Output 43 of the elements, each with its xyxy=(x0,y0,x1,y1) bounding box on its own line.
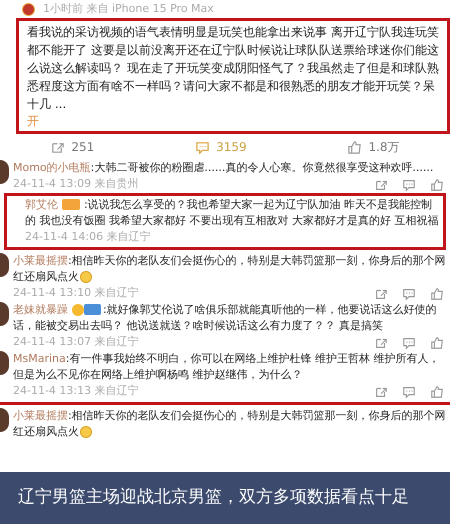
comment-text: 小莱最摇摆:相信昨天你的老队友们会挺伤心的，特别是大韩罚篮那一刻，你身后的那个网红还扇风点火 xyxy=(13,408,447,440)
comment-meta: 24-11-4 13:13 来自辽宁 xyxy=(13,383,139,400)
comment-text: 老妹就暴躁 :就好像郭艾伦说了啥俱乐部就能真听他的一样，他要说话这么好使的话，能被交易出去吗？ 他说送就送？啥时候说话这么有力度了？？ 真是搞笑 xyxy=(13,302,438,334)
verified-badge-icon xyxy=(22,2,35,16)
shares-count: 251 xyxy=(71,139,94,156)
post-meta: 1小时前 来自 iPhone 15 Pro Max xyxy=(43,0,214,17)
comment-icon[interactable] xyxy=(195,140,210,154)
fan-badge-icon xyxy=(84,304,101,316)
comment-text: 小莱最摇摆:相信昨天你的老队友们会挺伤心的，特别是大韩罚篮那一刻，你身后的那个网红还扇风点火 xyxy=(13,253,447,285)
avatar[interactable] xyxy=(0,160,9,184)
comment-icon[interactable] xyxy=(402,286,416,300)
comment-text: MsMarina:有一件事我始终不明白，你可以在网络上维护杜锋 维护王哲林 维护所有人，但是为么不见你在网络上维护啊杨鸣 维护赵继伟，为什么？ xyxy=(13,351,440,383)
comment-meta: 24-11-4 14:06 来自辽宁 xyxy=(25,229,151,246)
video-caption: 辽宁男篮主场迎战北京男篮，双方多项数据看点十足 xyxy=(18,486,409,510)
avatar[interactable] xyxy=(0,351,9,375)
likes-count: 1.8万 xyxy=(368,139,400,156)
post-text: 看我说的采访视频的语气表情明显是玩笑也能拿出来说事 离开辽宁队我连玩笑都不能开了 这要是以前没离开还在辽宁队时候说让球队队送票给球迷你们能这么说这么解读吗？ 现在走了开玩笑变成阴阳怪气了？我虽然走了但是和球队熟悉程度这方面有啥不一样吗？请问大家不都是和很熟悉的朋友才能开玩笑？呆十几 ... xyxy=(27,24,439,113)
member-badge-icon xyxy=(62,199,80,210)
comment-text: Momo的小电瓶:大韩二哥被你的粉圈虐......真的令人心寒。你竟然很享受这种欢呼...... xyxy=(13,160,434,176)
avatar[interactable] xyxy=(0,253,9,277)
username-link[interactable]: Momo的小电瓶 xyxy=(13,161,91,174)
comment-icon[interactable] xyxy=(402,178,416,192)
like-icon[interactable] xyxy=(430,178,444,192)
username-link[interactable]: MsMarina xyxy=(13,352,66,365)
avatar[interactable] xyxy=(0,302,9,326)
comment-meta: 24-11-4 13:07 来自辽宁 xyxy=(13,334,139,350)
username-link[interactable]: 小莱最摇摆 xyxy=(13,409,68,422)
username-link[interactable]: 小莱最摇摆 xyxy=(13,254,68,267)
comments-count: 3159 xyxy=(216,139,247,156)
username-link[interactable]: 郭艾伦 xyxy=(25,198,58,211)
comment-text: 郭艾伦 :说说我怎么享受的？我也希望大家一起为辽宁队加油 昨天不是我能控制的 我也没有饭圈 我希望大家都好 不要出现有互相敌对 大家都好才是真的好 互相祝福 xyxy=(25,197,439,229)
comment-meta: 24-11-4 13:09 来自贵州 xyxy=(13,176,139,192)
comment-meta: 24-11-4 13:10 来自辽宁 xyxy=(13,285,139,302)
like-icon[interactable] xyxy=(430,336,444,350)
like-icon[interactable] xyxy=(430,384,444,398)
like-icon[interactable] xyxy=(430,286,444,300)
avatar[interactable] xyxy=(0,408,9,432)
comment-icon[interactable] xyxy=(402,384,416,398)
emoji-badge-icon xyxy=(72,304,84,316)
expand-link[interactable]: 开 xyxy=(27,113,39,129)
username-link[interactable]: 老妹就暴躁 xyxy=(13,303,68,316)
comment-icon[interactable] xyxy=(402,336,416,350)
like-icon[interactable] xyxy=(347,140,362,154)
